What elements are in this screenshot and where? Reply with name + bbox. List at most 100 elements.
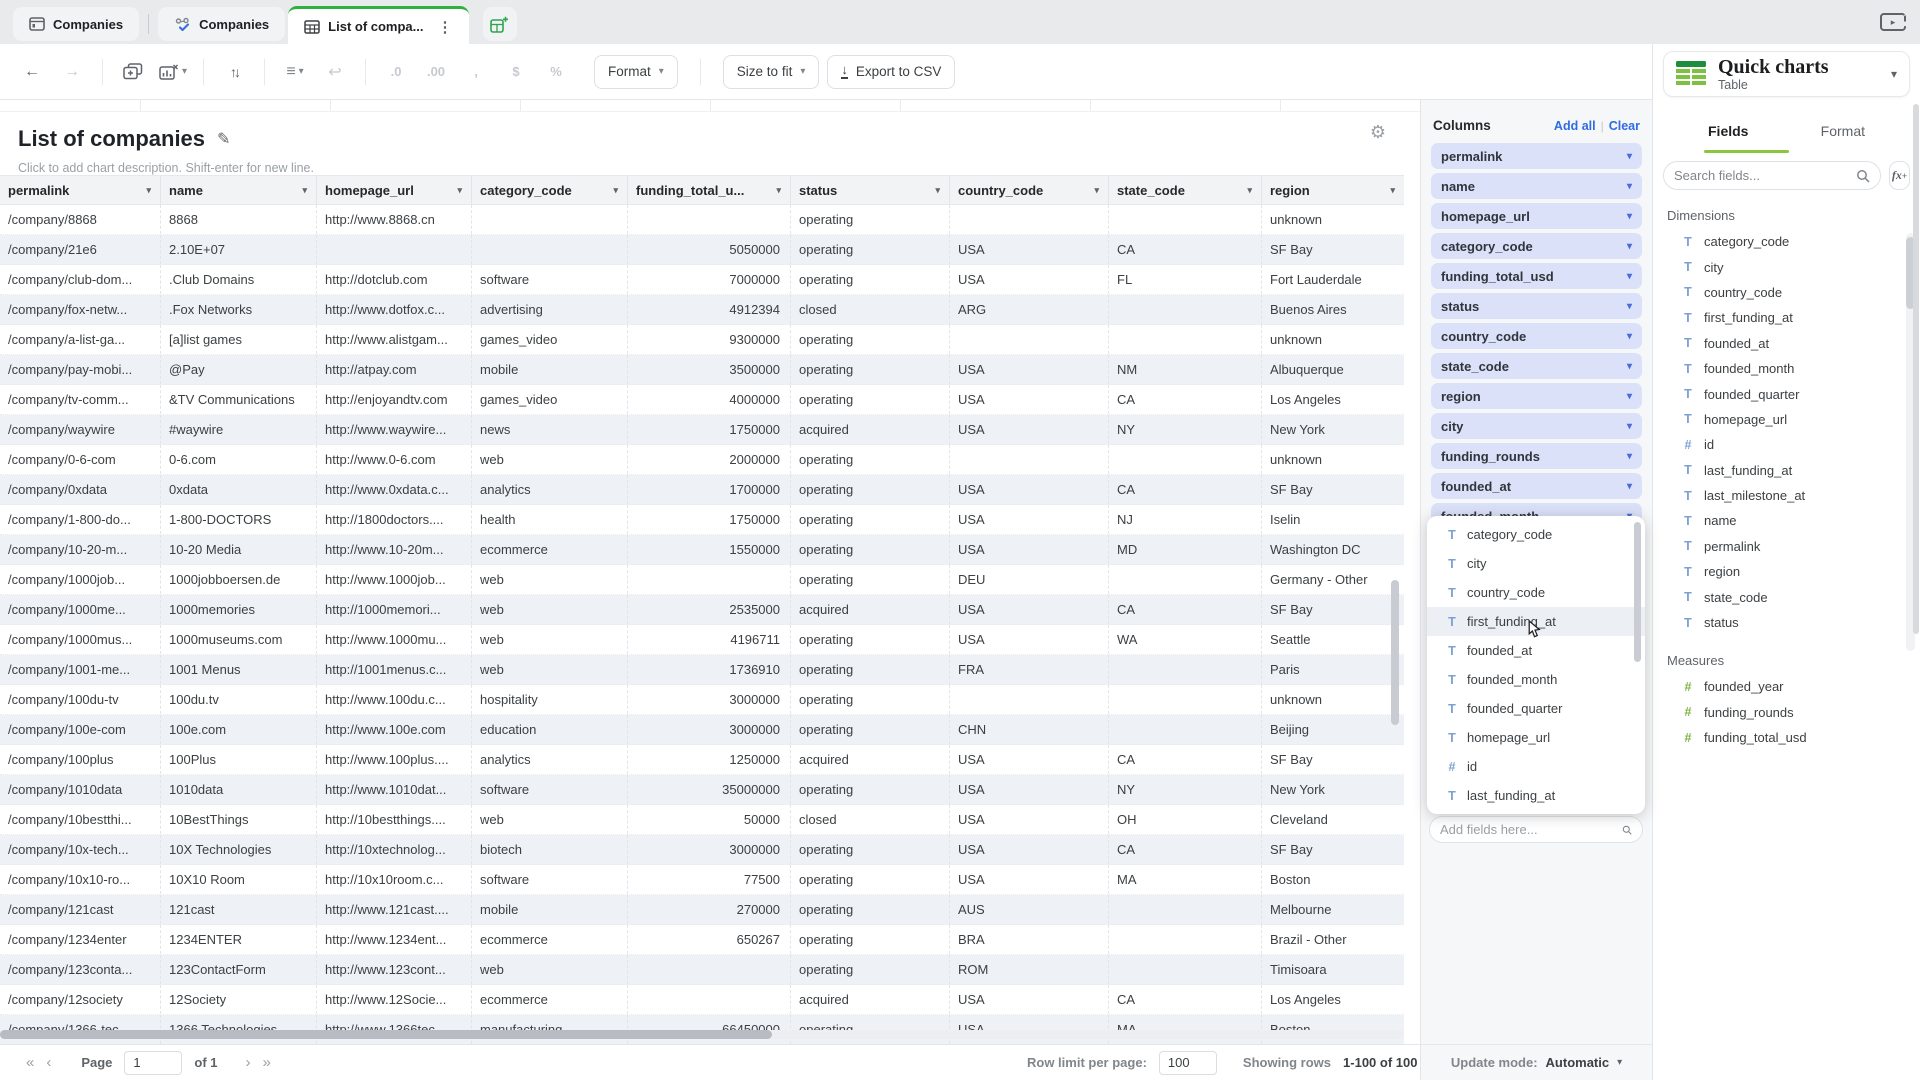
cell-region[interactable]: Cleveland <box>1261 805 1404 834</box>
cell-permalink[interactable]: /company/100plus <box>0 745 160 774</box>
wrap-text-button[interactable]: ↩ <box>319 55 351 89</box>
cell-state-code[interactable]: CA <box>1108 745 1261 774</box>
cell-funding-total[interactable]: 2535000 <box>627 595 790 624</box>
cell-name[interactable]: .Fox Networks <box>160 295 316 324</box>
cell-name[interactable]: @Pay <box>160 355 316 384</box>
column-chip[interactable]: category_code ▾ <box>1431 233 1642 259</box>
cell-homepage-url[interactable]: http://www.1000mu... <box>316 625 471 654</box>
search-fields-box[interactable] <box>1663 161 1881 190</box>
cell-category-code[interactable]: ecommerce <box>471 985 627 1014</box>
cell-country-code[interactable]: USA <box>949 265 1108 294</box>
cell-country-code[interactable]: USA <box>949 625 1108 654</box>
cell-state-code[interactable] <box>1108 295 1261 324</box>
cell-funding-total[interactable]: 50000 <box>627 805 790 834</box>
cell-name[interactable]: 1010data <box>160 775 316 804</box>
cell-country-code[interactable] <box>949 325 1108 354</box>
cell-name[interactable]: 10-20 Media <box>160 535 316 564</box>
cell-region[interactable]: SF Bay <box>1261 745 1404 774</box>
cell-homepage-url[interactable] <box>316 235 471 264</box>
cell-funding-total[interactable]: 3000000 <box>627 685 790 714</box>
column-header[interactable]: permalink ▾ <box>0 176 160 204</box>
cell-permalink[interactable]: /company/1001-me... <box>0 655 160 684</box>
cell-status[interactable]: acquired <box>790 745 949 774</box>
cell-state-code[interactable]: NY <box>1108 775 1261 804</box>
cell-funding-total[interactable] <box>627 565 790 594</box>
cell-country-code[interactable]: ARG <box>949 295 1108 324</box>
dimension-field[interactable]: T first_funding_at <box>1653 305 1920 330</box>
cell-status[interactable]: operating <box>790 355 949 384</box>
chart-description-placeholder[interactable]: Click to add chart description. Shift-en… <box>18 161 1402 175</box>
cell-category-code[interactable]: software <box>471 865 627 894</box>
cell-region[interactable]: SF Bay <box>1261 835 1404 864</box>
cell-homepage-url[interactable]: http://www.1000job... <box>316 565 471 594</box>
chevron-down-icon[interactable]: ▾ <box>1891 67 1897 81</box>
cell-permalink[interactable]: /company/pay-mobi... <box>0 355 160 384</box>
measure-field[interactable]: # funding_total_usd <box>1653 725 1920 750</box>
column-chip[interactable]: permalink ▾ <box>1431 143 1642 169</box>
cell-state-code[interactable] <box>1108 895 1261 924</box>
dimension-field[interactable]: T country_code <box>1653 280 1920 305</box>
chevron-down-icon[interactable]: ▾ <box>1627 181 1632 192</box>
cell-status[interactable]: operating <box>790 505 949 534</box>
cell-permalink[interactable]: /company/a-list-ga... <box>0 325 160 354</box>
cell-country-code[interactable]: USA <box>949 805 1108 834</box>
cell-funding-total[interactable] <box>627 205 790 234</box>
cell-state-code[interactable]: NM <box>1108 355 1261 384</box>
cell-category-code[interactable]: web <box>471 655 627 684</box>
sort-caret-icon[interactable]: ▾ <box>457 185 462 196</box>
cell-country-code[interactable]: USA <box>949 835 1108 864</box>
cell-funding-total[interactable]: 1736910 <box>627 655 790 684</box>
cell-status[interactable]: operating <box>790 925 949 954</box>
cell-funding-total[interactable]: 9300000 <box>627 325 790 354</box>
column-header[interactable]: name ▾ <box>160 176 316 204</box>
tab-fields[interactable]: Fields <box>1708 123 1748 139</box>
dimension-field[interactable]: T region <box>1653 559 1920 584</box>
cell-status[interactable]: operating <box>790 235 949 264</box>
cell-region[interactable]: Boston <box>1261 865 1404 894</box>
tab-companies-1[interactable]: Companies <box>13 7 140 41</box>
measure-field[interactable]: # founded_year <box>1653 674 1920 699</box>
cell-permalink[interactable]: /company/10x10-ro... <box>0 865 160 894</box>
cell-state-code[interactable]: CA <box>1108 595 1261 624</box>
cell-homepage-url[interactable]: http://10x10room.c... <box>316 865 471 894</box>
cell-funding-total[interactable]: 1700000 <box>627 475 790 504</box>
cell-status[interactable]: operating <box>790 835 949 864</box>
cell-country-code[interactable] <box>949 445 1108 474</box>
tab-format[interactable]: Format <box>1821 123 1865 139</box>
cell-state-code[interactable]: NY <box>1108 415 1261 444</box>
cell-state-code[interactable]: CA <box>1108 235 1261 264</box>
chevron-down-icon[interactable]: ▾ <box>1627 421 1632 432</box>
cell-status[interactable]: operating <box>790 685 949 714</box>
column-chip[interactable]: name ▾ <box>1431 173 1642 199</box>
cell-country-code[interactable]: USA <box>949 745 1108 774</box>
sort-caret-icon[interactable]: ▾ <box>302 185 307 196</box>
cell-permalink[interactable]: /company/waywire <box>0 415 160 444</box>
add-fields-input[interactable] <box>1440 822 1616 837</box>
dimension-field[interactable]: T founded_quarter <box>1653 381 1920 406</box>
cell-country-code[interactable]: USA <box>949 775 1108 804</box>
cell-homepage-url[interactable]: http://www.0xdata.c... <box>316 475 471 504</box>
cell-name[interactable]: 1234ENTER <box>160 925 316 954</box>
cell-category-code[interactable]: web <box>471 955 627 984</box>
cell-state-code[interactable] <box>1108 955 1261 984</box>
cell-status[interactable]: operating <box>790 655 949 684</box>
add-all-link[interactable]: Add all <box>1554 119 1596 133</box>
cell-status[interactable]: closed <box>790 295 949 324</box>
new-tab-button[interactable] <box>482 7 517 41</box>
dimension-field[interactable]: T name <box>1653 508 1920 533</box>
tab-menu-icon[interactable]: ⋮ <box>438 18 453 36</box>
cell-name[interactable]: 1-800-DOCTORS <box>160 505 316 534</box>
cell-country-code[interactable]: CHN <box>949 715 1108 744</box>
column-chip[interactable]: region ▾ <box>1431 383 1642 409</box>
cell-state-code[interactable]: CA <box>1108 385 1261 414</box>
cell-category-code[interactable]: software <box>471 265 627 294</box>
cell-category-code[interactable] <box>471 235 627 264</box>
chevron-down-icon[interactable]: ▾ <box>1627 361 1632 372</box>
cell-homepage-url[interactable]: http://1001menus.c... <box>316 655 471 684</box>
sort-caret-icon[interactable]: ▾ <box>1094 185 1099 196</box>
cell-category-code[interactable]: web <box>471 625 627 654</box>
cell-homepage-url[interactable]: http://www.100e.com <box>316 715 471 744</box>
cell-permalink[interactable]: /company/10bestthi... <box>0 805 160 834</box>
cell-category-code[interactable]: software <box>471 775 627 804</box>
cell-homepage-url[interactable]: http://atpay.com <box>316 355 471 384</box>
